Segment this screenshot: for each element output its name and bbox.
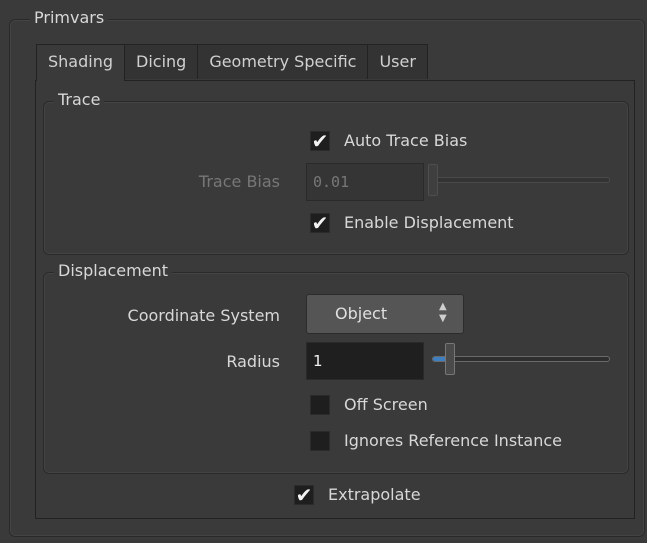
off-screen-label: Off Screen bbox=[344, 395, 428, 414]
coordinate-system-menu[interactable]: Object ▲ ▼ bbox=[306, 294, 464, 334]
check-icon: ✔ bbox=[295, 483, 313, 507]
radius-label: Radius bbox=[226, 352, 280, 371]
up-down-arrows-icon: ▲ ▼ bbox=[439, 301, 447, 324]
trace-bias-field[interactable]: 0.01 bbox=[306, 163, 424, 201]
primvars-title: Primvars bbox=[30, 9, 109, 27]
extrapolate-label: Extrapolate bbox=[328, 485, 421, 504]
check-icon: ✔ bbox=[311, 129, 329, 153]
radius-field[interactable]: 1 bbox=[306, 342, 424, 380]
enable-displacement-label: Enable Displacement bbox=[344, 213, 514, 232]
off-screen-checkbox[interactable] bbox=[310, 395, 330, 415]
coordinate-system-value: Object bbox=[335, 304, 388, 323]
radius-slider-handle[interactable] bbox=[445, 343, 455, 375]
displacement-title: Displacement bbox=[54, 262, 172, 280]
check-icon: ✔ bbox=[311, 211, 329, 235]
tab-bar: Shading Dicing Geometry Specific User bbox=[36, 44, 428, 81]
radius-slider-track[interactable] bbox=[432, 356, 610, 362]
trace-bias-slider-track[interactable] bbox=[428, 177, 610, 183]
tab-geometry-specific[interactable]: Geometry Specific bbox=[197, 44, 369, 79]
trace-bias-slider-handle[interactable] bbox=[428, 164, 438, 196]
trace-bias-label: Trace Bias bbox=[198, 172, 280, 191]
tab-dicing[interactable]: Dicing bbox=[124, 44, 199, 79]
trace-title: Trace bbox=[54, 91, 105, 109]
ignores-reference-instance-label: Ignores Reference Instance bbox=[344, 431, 563, 450]
coordinate-system-label: Coordinate System bbox=[127, 306, 280, 325]
tab-shading[interactable]: Shading bbox=[36, 44, 125, 81]
ignores-reference-instance-checkbox[interactable] bbox=[310, 431, 330, 451]
tab-user[interactable]: User bbox=[367, 44, 428, 79]
auto-trace-bias-label: Auto Trace Bias bbox=[344, 131, 468, 150]
